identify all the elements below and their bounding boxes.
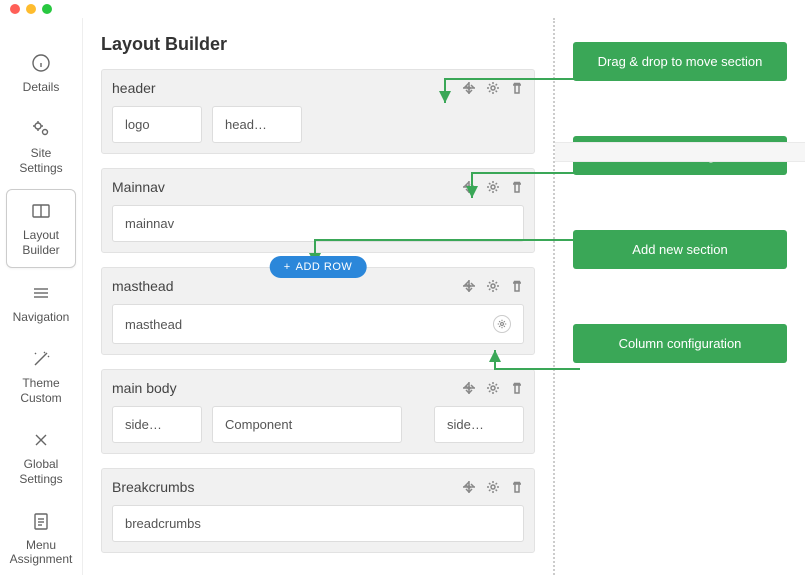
close-icon[interactable] (10, 4, 20, 14)
add-row-label: ADD ROW (296, 261, 353, 273)
annotation-callout: Drag & drop to move section (573, 42, 787, 81)
gear-icon[interactable] (486, 480, 500, 494)
sidebar-item-site-settings[interactable]: Site Settings (6, 108, 76, 185)
column-label: side… (447, 417, 484, 432)
main-content: Layout Builder header logo head… Mainnav mai… (83, 18, 555, 575)
gear-icon[interactable] (486, 381, 500, 395)
sidebar-item-label: Layout Builder (11, 228, 71, 257)
annotation-callout: Column configuration (573, 324, 787, 363)
column-label: Component (225, 417, 292, 432)
sidebar-item-label: Menu Assignment (10, 538, 73, 567)
layout-section[interactable]: main body side… Component side… (101, 369, 535, 454)
nav-icon (30, 282, 52, 304)
annotation-panel: Drag & drop to move sectionRow/section c… (555, 18, 805, 575)
sidebar-item-label: Global Settings (10, 457, 72, 486)
layout-column[interactable]: Component (212, 406, 402, 443)
gear-icon[interactable] (493, 315, 511, 333)
add-row-button[interactable]: + ADD ROW (270, 256, 367, 278)
trash-icon[interactable] (510, 279, 524, 293)
gear-icon[interactable] (486, 279, 500, 293)
trash-icon[interactable] (510, 381, 524, 395)
section-title: main body (112, 380, 177, 396)
tools-icon (30, 429, 52, 451)
sidebar-item-details[interactable]: Details (6, 42, 76, 104)
sidebar-item-layout-builder[interactable]: Layout Builder (6, 189, 76, 268)
gear-icon[interactable] (486, 81, 500, 95)
sidebar-item-navigation[interactable]: Navigation (6, 272, 76, 334)
move-icon[interactable] (462, 279, 476, 293)
section-title: Breakcrumbs (112, 479, 194, 495)
column-label: masthead (125, 317, 182, 332)
info-icon (30, 52, 52, 74)
layout-section[interactable]: Mainnav mainnav (101, 168, 535, 253)
maximize-icon[interactable] (42, 4, 52, 14)
layout-column[interactable]: breadcrumbs (112, 505, 524, 542)
sidebar-item-label: Theme Custom (10, 376, 72, 405)
section-title: masthead (112, 278, 173, 294)
column-label: mainnav (125, 216, 174, 231)
move-icon[interactable] (462, 180, 476, 194)
sidebar-item-menu-assignment[interactable]: Menu Assignment (6, 500, 76, 575)
sidebar-item-label: Site Settings (10, 146, 72, 175)
column-label: side… (125, 417, 162, 432)
sidebar-item-global-settings[interactable]: Global Settings (6, 419, 76, 496)
layout-section[interactable]: Breakcrumbs breadcrumbs (101, 468, 535, 553)
layout-column[interactable]: masthead (112, 304, 524, 344)
layout-section[interactable]: header logo head… (101, 69, 535, 154)
wand-icon (30, 348, 52, 370)
move-icon[interactable] (462, 480, 476, 494)
column-label: logo (125, 117, 150, 132)
layout-column[interactable]: logo (112, 106, 202, 143)
column-label: breadcrumbs (125, 516, 201, 531)
panel-strip (555, 142, 805, 162)
trash-icon[interactable] (510, 480, 524, 494)
layout-column[interactable]: side… (434, 406, 524, 443)
layout-column[interactable]: side… (112, 406, 202, 443)
layout-column[interactable]: head… (212, 106, 302, 143)
page-title: Layout Builder (101, 34, 535, 55)
layout-icon (30, 200, 52, 222)
plus-icon: + (284, 261, 291, 273)
gear-icon[interactable] (486, 180, 500, 194)
sidebar-item-label: Details (23, 80, 60, 94)
sidebar-item-theme-custom[interactable]: Theme Custom (6, 338, 76, 415)
clip-icon (30, 510, 52, 532)
sidebar-item-label: Navigation (13, 310, 70, 324)
layout-section[interactable]: masthead masthead (101, 267, 535, 355)
trash-icon[interactable] (510, 81, 524, 95)
window-titlebar (0, 0, 805, 18)
sidebar: Details Site Settings Layout Builder Naviga… (0, 18, 83, 575)
move-icon[interactable] (462, 381, 476, 395)
trash-icon[interactable] (510, 180, 524, 194)
gears-icon (30, 118, 52, 140)
annotation-callout: Add new section (573, 230, 787, 269)
layout-column[interactable]: mainnav (112, 205, 524, 242)
section-title: header (112, 80, 156, 96)
minimize-icon[interactable] (26, 4, 36, 14)
move-icon[interactable] (462, 81, 476, 95)
column-label: head… (225, 117, 267, 132)
section-title: Mainnav (112, 179, 165, 195)
